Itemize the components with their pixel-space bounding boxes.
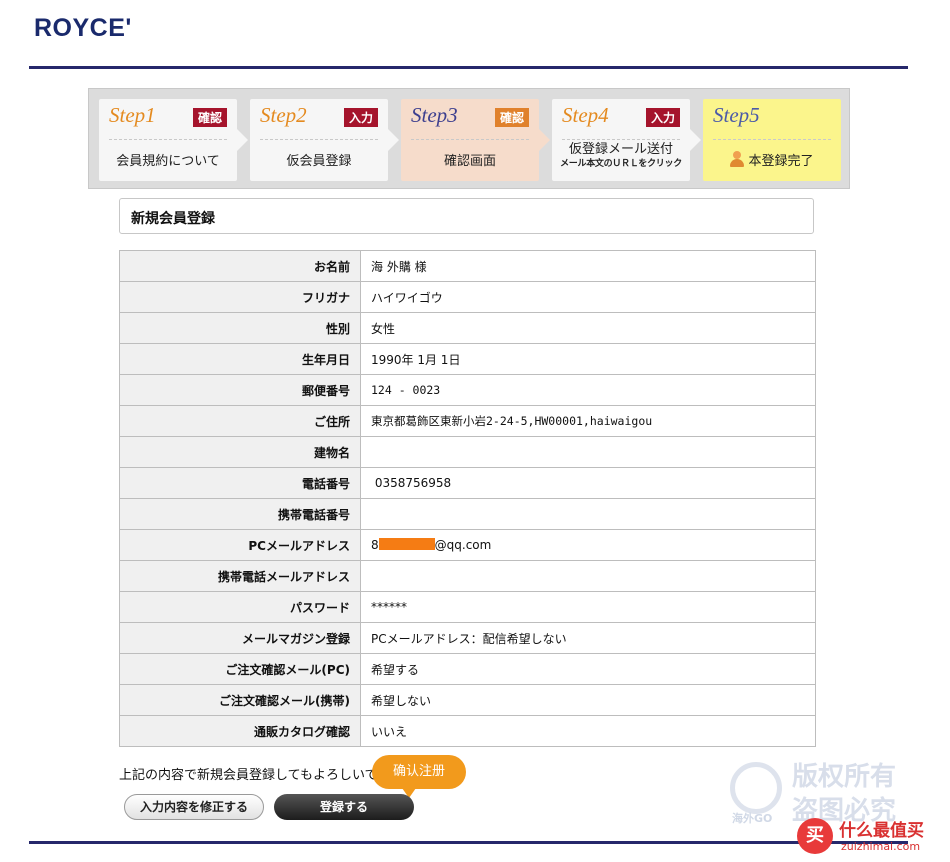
row-value	[360, 560, 816, 592]
row-value: 希望する	[360, 653, 816, 685]
step-sublabel: メール本文のＵＲＬをクリック	[560, 159, 682, 169]
row-value: 希望しない	[360, 684, 816, 716]
row-label: 携帯電話メールアドレス	[119, 560, 361, 592]
step-badge: 入力	[343, 108, 378, 127]
step-label-main: 仮登録メール送付	[568, 142, 673, 157]
table-row: ご注文確認メール(携帯) 希望しない	[119, 684, 816, 716]
row-value	[360, 498, 816, 530]
table-row: 携帯電話メールアドレス	[119, 560, 816, 592]
step-badge: 入力	[645, 108, 680, 127]
step-divider	[713, 139, 831, 140]
row-value: ハイワイゴウ	[360, 281, 816, 313]
confirmation-table: お名前海 外購 様 フリガナ ハイワイゴウ 性別 女性 生年月日 1990年 1月 1…	[119, 250, 816, 747]
row-label: PCメールアドレス	[119, 529, 361, 561]
confirm-tooltip: 确认注册	[372, 755, 466, 798]
table-row: 携帯電話番号	[119, 498, 816, 530]
step-2: Step2 入力 仮会員登録	[250, 99, 399, 181]
row-label: 郵便番号	[119, 374, 361, 406]
site-url: zuizhimai.com	[841, 840, 921, 853]
step-name: Step4	[562, 103, 609, 127]
watermark-logo-icon	[730, 762, 782, 814]
step-label: 仮会員登録	[286, 154, 352, 169]
confirm-prompt: 上記の内容で新規会員登録してもよろしいです	[119, 768, 391, 783]
table-row: 通販カタログ確認 いいえ	[119, 715, 816, 747]
table-row: フリガナ ハイワイゴウ	[119, 281, 816, 313]
table-row: メールマガジン登録 PCメールアドレス：配信希望しない	[119, 622, 816, 654]
row-label: 通販カタログ確認	[119, 715, 361, 747]
site-logo-icon: 买	[797, 818, 833, 854]
row-value: ******	[360, 591, 816, 623]
row-label: ご注文確認メール(携帯)	[119, 684, 361, 716]
table-row: 性別 女性	[119, 312, 816, 344]
step-badge: 確認	[192, 108, 227, 127]
row-label: パスワード	[119, 591, 361, 623]
row-value: 124 - 0023	[360, 374, 816, 406]
step-label: 仮登録メール送付 メール本文のＵＲＬをクリック	[552, 143, 690, 171]
step-4: Step4 入力 仮登録メール送付 メール本文のＵＲＬをクリック	[552, 99, 701, 181]
table-row: 電話番号 0358756958	[119, 467, 816, 499]
step-badge: 確認	[494, 108, 529, 127]
table-row: 生年月日 1990年 1月 1日	[119, 343, 816, 375]
row-label: 性別	[119, 312, 361, 344]
row-label: 携帯電話番号	[119, 498, 361, 530]
step-name: Step2	[260, 103, 307, 127]
email-prefix: 8	[371, 538, 379, 552]
redaction-bar	[378, 538, 435, 550]
step-label-text: 本登録完了	[748, 154, 814, 169]
row-label: ご注文確認メール(PC)	[119, 653, 361, 685]
row-label: ご住所	[119, 405, 361, 437]
footer-rule	[29, 841, 908, 844]
step-divider	[411, 139, 529, 140]
row-value	[360, 436, 816, 468]
row-value: 女性	[360, 312, 816, 344]
step-progress: Step1 確認 会員規約について Step2 入力 仮会員登録 Step3 確…	[88, 88, 850, 189]
watermark-logo-text: 海外GO	[732, 812, 773, 825]
table-row: ご注文確認メール(PC) 希望する	[119, 653, 816, 685]
row-label: 生年月日	[119, 343, 361, 375]
table-row: お名前海 外購 様	[119, 250, 816, 282]
row-label: 建物名	[119, 436, 361, 468]
table-row: 建物名	[119, 436, 816, 468]
table-row: ご住所 東京都葛飾区東新小岩2-24-5,HW00001,haiwaigou	[119, 405, 816, 437]
watermark-line-1: 版权所有	[792, 762, 897, 792]
step-5: Step5 本登録完了	[703, 99, 841, 181]
register-button[interactable]: 登録する	[274, 794, 414, 820]
step-name: Step5	[713, 103, 760, 127]
row-value: 1990年 1月 1日	[360, 343, 816, 375]
step-label: 本登録完了	[703, 150, 841, 169]
row-value: 東京都葛飾区東新小岩2-24-5,HW00001,haiwaigou	[360, 405, 816, 437]
email-suffix: @qq.com	[434, 538, 492, 552]
site-watermark: 买 什么最值买 zuizhimai.com	[797, 816, 947, 860]
header-rule	[29, 66, 908, 69]
step-divider	[109, 139, 227, 140]
site-name: 什么最值买	[839, 821, 924, 841]
step-1: Step1 確認 会員規約について	[99, 99, 248, 181]
edit-input-button[interactable]: 入力内容を修正する	[124, 794, 264, 820]
row-label: フリガナ	[119, 281, 361, 313]
row-value: PCメールアドレス：配信希望しない	[360, 622, 816, 654]
row-label: お名前	[119, 250, 361, 282]
row-value: 8 @qq.com	[360, 529, 816, 561]
step-3-current: Step3 確認 確認画面	[401, 99, 550, 181]
table-row: 郵便番号 124 - 0023	[119, 374, 816, 406]
royce-logo[interactable]: ROYCE'	[34, 14, 132, 43]
row-value: 0358756958	[360, 467, 816, 499]
step-divider	[260, 139, 378, 140]
row-value: いいえ	[360, 715, 816, 747]
row-label: メールマガジン登録	[119, 622, 361, 654]
row-value: 海 外購 様	[360, 250, 816, 282]
step-name: Step3	[411, 103, 458, 127]
table-row: PCメールアドレス 8 @qq.com	[119, 529, 816, 561]
row-label: 電話番号	[119, 467, 361, 499]
person-icon	[730, 151, 745, 167]
step-label: 会員規約について	[116, 154, 220, 169]
step-label: 確認画面	[443, 154, 496, 169]
table-row: パスワード ******	[119, 591, 816, 623]
section-title: 新規会員登録	[119, 198, 814, 234]
step-divider	[562, 139, 680, 140]
step-name: Step1	[109, 103, 156, 127]
